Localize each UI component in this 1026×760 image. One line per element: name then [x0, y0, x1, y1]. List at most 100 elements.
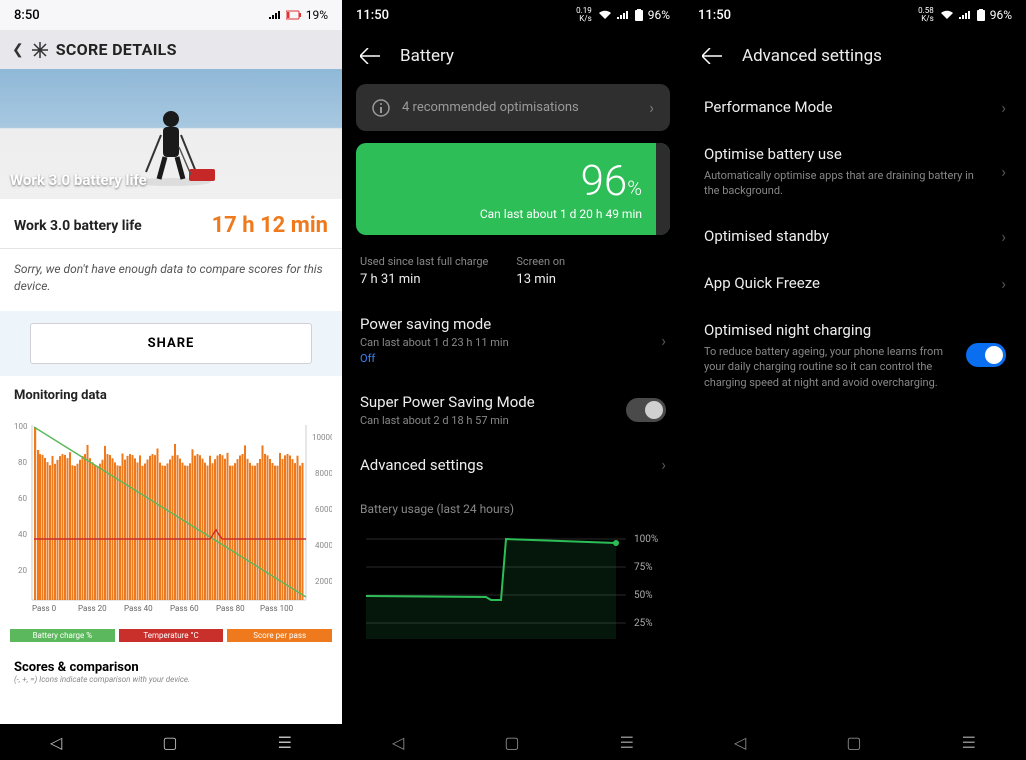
svg-text:80: 80: [18, 458, 27, 467]
nav-recent-icon[interactable]: ☰: [962, 733, 976, 752]
super-power-saving-item[interactable]: Super Power Saving Mode Can last about 2…: [342, 379, 684, 441]
score-value: 17 h 12 min: [212, 213, 328, 238]
performance-mode-item[interactable]: Performance Mode ›: [684, 84, 1026, 131]
nav-bar: ◁ ▢ ☰: [684, 724, 1026, 760]
score-row: Work 3.0 battery life 17 h 12 min: [0, 199, 342, 249]
chevron-right-icon: ›: [661, 331, 666, 350]
battery-icon: [634, 9, 644, 21]
nav-home-icon[interactable]: ▢: [504, 733, 519, 752]
toggle-off[interactable]: [626, 398, 666, 422]
header: ❮ SCORE DETAILS: [0, 30, 342, 69]
status-bar: 11:50 0.19K/s 96%: [342, 0, 684, 30]
battery-pct: 19%: [306, 8, 328, 22]
battery-pct: 96%: [648, 8, 670, 22]
share-section: SHARE: [0, 311, 342, 376]
battery-percentage: 96%: [372, 161, 654, 203]
snowflake-icon: [32, 42, 48, 58]
recommendations-text: 4 recommended optimisations: [402, 100, 637, 115]
legend-battery: Battery charge %: [10, 629, 115, 642]
nav-back-icon[interactable]: ◁: [392, 733, 404, 752]
share-button[interactable]: SHARE: [30, 323, 312, 364]
title-row: Advanced settings: [684, 30, 1026, 84]
svg-text:40: 40: [18, 530, 27, 539]
chevron-right-icon: ›: [649, 98, 654, 117]
battery-screen: 11:50 0.19K/s 96% Battery 4 recommended …: [342, 0, 684, 760]
status-icons: 0.19K/s 96%: [576, 7, 670, 23]
screen-label: Screen on: [516, 255, 565, 268]
battery-pct: 96%: [990, 8, 1012, 22]
battery-estimate: Can last about 1 d 20 h 49 min: [372, 207, 654, 221]
comparison-title: Scores & comparison: [14, 660, 328, 675]
comparison-sub: (-, +, =) Icons indicate comparison with…: [14, 675, 328, 684]
advanced-settings-screen: 11:50 0.58K/s 96% Advanced settings Perf…: [684, 0, 1026, 760]
battery-icon: [976, 9, 986, 21]
optimise-battery-item[interactable]: Optimise battery use Automatically optim…: [684, 131, 1026, 213]
svg-text:100%: 100%: [634, 534, 658, 545]
svg-text:4000: 4000: [315, 541, 332, 550]
chevron-right-icon: ›: [1001, 274, 1006, 293]
svg-text:Pass 0: Pass 0: [32, 604, 57, 613]
nav-recent-icon[interactable]: ☰: [278, 733, 292, 752]
svg-text:Pass 80: Pass 80: [216, 604, 245, 613]
used-value: 7 h 31 min: [360, 272, 488, 287]
nav-back-icon[interactable]: ◁: [50, 733, 62, 752]
wifi-icon: [940, 10, 954, 20]
svg-text:75%: 75%: [634, 562, 653, 573]
signal-icon: [268, 10, 282, 20]
used-label: Used since last full charge: [360, 255, 488, 268]
chevron-right-icon: ›: [1001, 162, 1006, 181]
history-title: Battery usage (last 24 hours): [342, 488, 684, 524]
clock: 11:50: [356, 8, 389, 23]
nav-home-icon[interactable]: ▢: [846, 733, 861, 752]
status-bar: 11:50 0.58K/s 96%: [684, 0, 1026, 30]
wifi-icon: [598, 10, 612, 20]
signal-icon: [616, 10, 630, 20]
score-label: Work 3.0 battery life: [14, 218, 142, 234]
legend-temp: Temperature °C: [119, 629, 224, 642]
status-icons: 19%: [268, 8, 328, 22]
chevron-right-icon: ›: [1001, 227, 1006, 246]
status-icons: 0.58K/s 96%: [918, 7, 1012, 23]
monitoring-chart: 100 80 60 40 20 10000 8000 6000 4000 200…: [0, 409, 342, 625]
nav-recent-icon[interactable]: ☰: [620, 733, 634, 752]
nav-bar: ◁ ▢ ☰: [0, 724, 342, 760]
toggle-on[interactable]: [966, 343, 1006, 367]
svg-text:Pass 20: Pass 20: [78, 604, 107, 613]
svg-text:60: 60: [18, 494, 27, 503]
hero-caption: Work 3.0 battery life: [10, 171, 147, 189]
back-chevron-icon[interactable]: ❮: [12, 42, 24, 58]
svg-text:50%: 50%: [634, 590, 653, 601]
power-saving-item[interactable]: Power saving mode Can last about 1 d 23 …: [342, 301, 684, 379]
battery-level-card[interactable]: 96% Can last about 1 d 20 h 49 min: [356, 143, 670, 235]
history-chart: 100% 75% 50% 25%: [342, 524, 684, 648]
nav-bar: ◁ ▢ ☰: [342, 724, 684, 760]
svg-text:100: 100: [14, 422, 28, 431]
chart-legend: Battery charge % Temperature °C Score pe…: [0, 625, 342, 652]
svg-text:20: 20: [18, 566, 27, 575]
legend-score: Score per pass: [227, 629, 332, 642]
battery-low-icon: [286, 10, 302, 20]
app-quick-freeze-item[interactable]: App Quick Freeze ›: [684, 260, 1026, 307]
back-arrow-icon[interactable]: [702, 48, 722, 64]
recommendations-banner[interactable]: 4 recommended optimisations ›: [356, 84, 670, 131]
advanced-settings-item[interactable]: Advanced settings ›: [342, 441, 684, 488]
svg-text:Pass 60: Pass 60: [170, 604, 199, 613]
back-arrow-icon[interactable]: [360, 48, 380, 64]
nav-back-icon[interactable]: ◁: [734, 733, 746, 752]
status-bar: 8:50 19%: [0, 0, 342, 30]
page-title: Advanced settings: [742, 46, 882, 66]
svg-text:Pass 100: Pass 100: [260, 604, 294, 613]
comparison-note: Sorry, we don't have enough data to comp…: [0, 249, 342, 311]
signal-icon: [958, 10, 972, 20]
nav-home-icon[interactable]: ▢: [162, 733, 177, 752]
title-row: Battery: [342, 30, 684, 84]
usage-stats: Used since last full charge 7 h 31 min S…: [342, 249, 684, 301]
chevron-right-icon: ›: [1001, 98, 1006, 117]
optimised-standby-item[interactable]: Optimised standby ›: [684, 213, 1026, 260]
comparison-section: Scores & comparison (-, +, =) Icons indi…: [0, 652, 342, 692]
info-icon: [372, 99, 390, 117]
screen-value: 13 min: [516, 272, 565, 287]
night-charging-item[interactable]: Optimised night charging To reduce batte…: [684, 307, 1026, 404]
svg-text:2000: 2000: [315, 577, 332, 586]
svg-text:Pass 40: Pass 40: [124, 604, 153, 613]
